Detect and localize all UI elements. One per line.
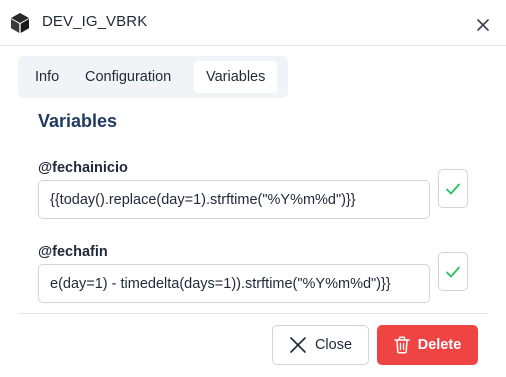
dialog-title: DEV_IG_VBRK (42, 13, 148, 30)
delete-button-label: Delete (417, 337, 462, 353)
confirm-variable-fechafin-button[interactable] (438, 252, 468, 291)
close-icon[interactable] (476, 18, 490, 32)
variable-label-fechainicio: @fechainicio (38, 160, 128, 176)
tab-variables[interactable]: Variables (194, 61, 278, 93)
x-icon (290, 337, 306, 353)
close-button[interactable]: Close (272, 325, 369, 365)
tab-info[interactable]: Info (23, 61, 71, 93)
tab-bar: Info Configuration Variables (18, 56, 288, 98)
dialog-header: DEV_IG_VBRK (0, 0, 506, 46)
cube-icon (11, 13, 29, 33)
footer-divider (18, 313, 488, 314)
section-title: Variables (38, 111, 118, 131)
confirm-variable-fechainicio-button[interactable] (438, 169, 468, 208)
check-icon (446, 266, 460, 277)
variable-input-fechafin[interactable] (38, 264, 430, 303)
variable-input-fechainicio[interactable] (38, 180, 430, 219)
variable-label-fechafin: @fechafin (38, 244, 108, 260)
trash-icon (393, 336, 410, 354)
delete-button[interactable]: Delete (377, 325, 478, 365)
close-button-label: Close (314, 337, 353, 353)
check-icon (446, 183, 460, 194)
tab-configuration[interactable]: Configuration (73, 61, 183, 93)
